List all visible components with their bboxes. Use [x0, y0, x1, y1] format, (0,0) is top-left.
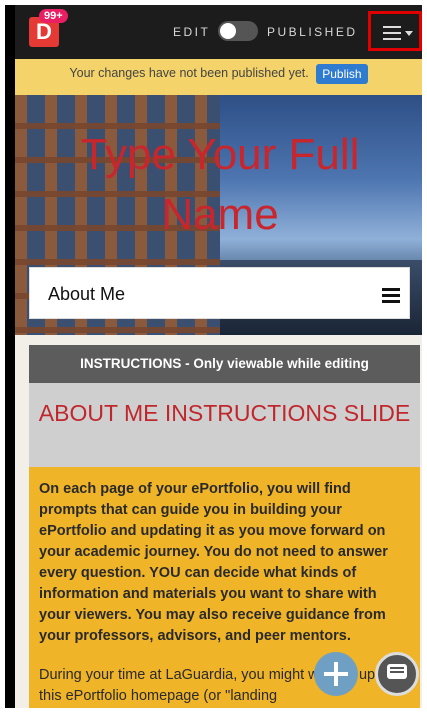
notice-message: Your changes have not been published yet…: [69, 66, 309, 80]
instructions-paragraph-1: On each page of your ePortfolio, you wil…: [39, 481, 388, 644]
page-nav-bar[interactable]: About Me: [29, 267, 410, 319]
page-menu-icon[interactable]: [382, 288, 400, 306]
chat-button[interactable]: [375, 652, 419, 696]
instructions-title: ABOUT ME INSTRUCTIONS SLIDE: [38, 400, 411, 426]
top-bar: D 99+ EDIT PUBLISHED: [15, 5, 422, 59]
instructions-body: On each page of your ePortfolio, you wil…: [29, 467, 420, 708]
phone-frame: D 99+ EDIT PUBLISHED Your changes have n…: [5, 5, 422, 708]
instructions-header: INSTRUCTIONS - Only viewable while editi…: [29, 345, 420, 383]
current-page-label: About Me: [48, 284, 126, 304]
unpublished-notice: Your changes have not been published yet…: [15, 59, 422, 95]
instructions-title-box: ABOUT ME INSTRUCTIONS SLIDE: [29, 383, 420, 467]
publish-button[interactable]: Publish: [316, 63, 368, 84]
toggle-knob: [220, 23, 236, 39]
add-content-button[interactable]: [314, 652, 358, 696]
hero-title[interactable]: Type Your Full Name: [25, 125, 415, 245]
chat-lines: [390, 667, 404, 669]
hamburger-menu-icon: [383, 26, 401, 44]
page-content: INSTRUCTIONS - Only viewable while editi…: [15, 335, 422, 708]
chevron-down-icon: [405, 31, 413, 36]
notification-badge: 99+: [39, 9, 68, 23]
main-menu-button[interactable]: [368, 11, 422, 51]
mode-published-label: PUBLISHED: [267, 25, 358, 39]
edit-published-toggle[interactable]: [218, 21, 258, 41]
mode-edit-label: EDIT: [173, 25, 211, 39]
